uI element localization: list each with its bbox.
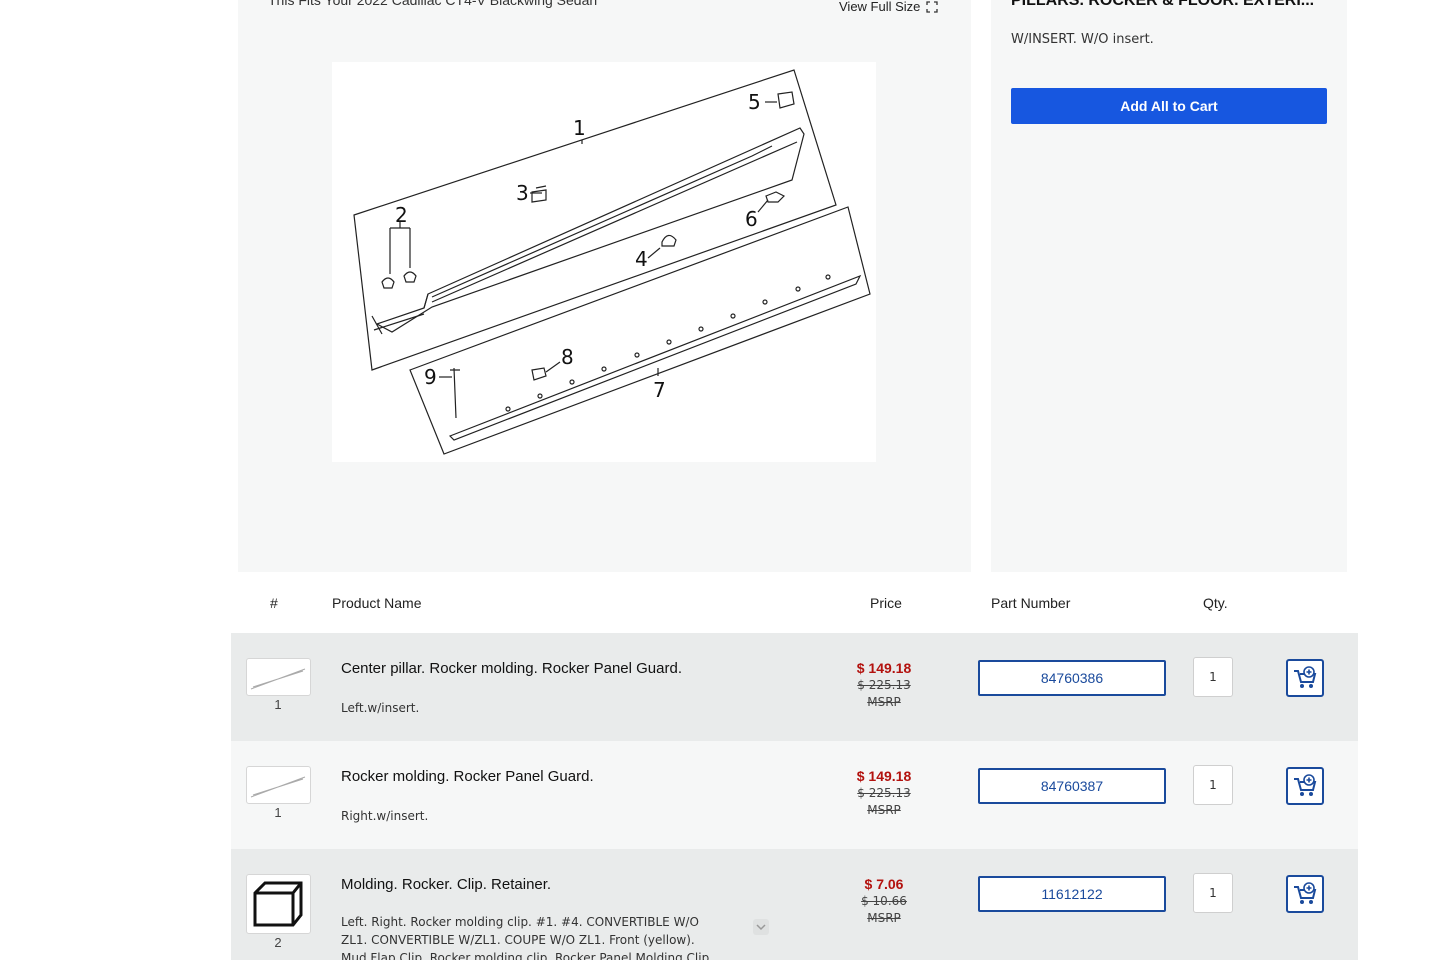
callout-9[interactable]: 9 bbox=[424, 365, 437, 389]
cart-add-icon bbox=[1294, 882, 1317, 904]
diagram-title: PILLARS. ROCKER & FLOOR. EXTERI... bbox=[1011, 0, 1315, 9]
product-description: Left. Right. Rocker molding clip. #1. #4… bbox=[341, 915, 714, 960]
product-name[interactable]: Molding. Rocker. Clip. Retainer. bbox=[341, 876, 551, 893]
quantity-input[interactable] bbox=[1193, 657, 1233, 697]
cart-add-icon bbox=[1294, 774, 1317, 796]
msrp-price: $ 225.13 bbox=[857, 786, 911, 800]
product-name[interactable]: Rocker molding. Rocker Panel Guard. bbox=[341, 768, 594, 785]
add-to-cart-button[interactable] bbox=[1286, 659, 1324, 697]
msrp-label: MSRP bbox=[867, 911, 901, 925]
diagram-description: W/INSERT. W/O insert. bbox=[1011, 32, 1154, 47]
sale-price: $ 7.06 bbox=[864, 876, 904, 892]
summary-panel bbox=[991, 0, 1347, 572]
part-number-button[interactable]: 84760386 bbox=[978, 660, 1166, 696]
parts-diagram[interactable]: 1 2 3 4 5 6 7 8 9 bbox=[332, 62, 876, 462]
col-header-number: # bbox=[270, 595, 278, 611]
product-description: Right.w/insert. bbox=[341, 809, 429, 823]
retainer-clip-icon bbox=[253, 881, 303, 927]
rocker-molding-icon bbox=[250, 776, 306, 798]
callout-7[interactable]: 7 bbox=[653, 378, 666, 402]
callout-8[interactable]: 8 bbox=[561, 345, 574, 369]
sale-price: $ 149.18 bbox=[856, 768, 912, 784]
part-number-button[interactable]: 84760387 bbox=[978, 768, 1166, 804]
add-all-to-cart-button[interactable]: Add All to Cart bbox=[1011, 88, 1327, 124]
msrp-label: MSRP bbox=[867, 803, 901, 817]
msrp-label: MSRP bbox=[867, 695, 901, 709]
part-number-button[interactable]: 11612122 bbox=[978, 876, 1166, 912]
quantity-input[interactable] bbox=[1193, 765, 1233, 805]
table-row: 1 Center pillar. Rocker molding. Rocker … bbox=[231, 633, 1358, 741]
expand-icon bbox=[926, 0, 939, 13]
add-to-cart-button[interactable] bbox=[1286, 767, 1324, 805]
price-block: $ 7.06 $ 10.66 MSRP bbox=[831, 875, 937, 927]
cart-add-icon bbox=[1294, 666, 1317, 688]
chevron-down-icon bbox=[753, 919, 769, 935]
product-description: Left.w/insert. bbox=[341, 701, 420, 715]
callout-4[interactable]: 4 bbox=[635, 247, 648, 271]
callout-1[interactable]: 1 bbox=[573, 116, 586, 140]
msrp-price: $ 225.13 bbox=[857, 678, 911, 692]
callout-5[interactable]: 5 bbox=[748, 90, 761, 114]
product-thumbnail[interactable] bbox=[246, 766, 311, 804]
callout-6[interactable]: 6 bbox=[745, 207, 758, 231]
quantity-input[interactable] bbox=[1193, 873, 1233, 913]
rocker-molding-icon bbox=[250, 668, 306, 690]
view-full-size-link[interactable]: View Full Size bbox=[839, 0, 939, 14]
product-thumbnail[interactable] bbox=[246, 658, 311, 696]
view-full-size-label: View Full Size bbox=[839, 0, 921, 14]
col-header-part-number: Part Number bbox=[991, 595, 1071, 611]
product-name[interactable]: Center pillar. Rocker molding. Rocker Pa… bbox=[341, 660, 682, 677]
callout-3[interactable]: 3 bbox=[516, 181, 529, 205]
sale-price: $ 149.18 bbox=[856, 660, 912, 676]
parts-diagram-drawing: 1 2 3 4 5 6 7 8 9 bbox=[353, 69, 871, 455]
col-header-price: Price bbox=[870, 595, 902, 611]
table-row: 2 Molding. Rocker. Clip. Retainer. Left.… bbox=[231, 849, 1358, 960]
add-to-cart-button[interactable] bbox=[1286, 875, 1324, 913]
product-thumbnail[interactable] bbox=[246, 874, 311, 934]
price-block: $ 149.18 $ 225.13 MSRP bbox=[831, 767, 937, 819]
table-row: 1 Rocker molding. Rocker Panel Guard. Ri… bbox=[231, 741, 1358, 849]
msrp-price: $ 10.66 bbox=[861, 894, 907, 908]
row-callout: 1 bbox=[274, 805, 282, 820]
row-callout: 1 bbox=[274, 697, 282, 712]
price-block: $ 149.18 $ 225.13 MSRP bbox=[831, 659, 937, 711]
callout-2[interactable]: 2 bbox=[395, 203, 408, 227]
col-header-qty: Qty. bbox=[1203, 595, 1228, 611]
col-header-product-name: Product Name bbox=[332, 595, 422, 611]
row-callout: 2 bbox=[274, 935, 282, 950]
expand-description-toggle[interactable] bbox=[753, 919, 769, 935]
vehicle-fit-text: This Fits Your 2022 Cadillac CT4-V Black… bbox=[268, 0, 598, 8]
